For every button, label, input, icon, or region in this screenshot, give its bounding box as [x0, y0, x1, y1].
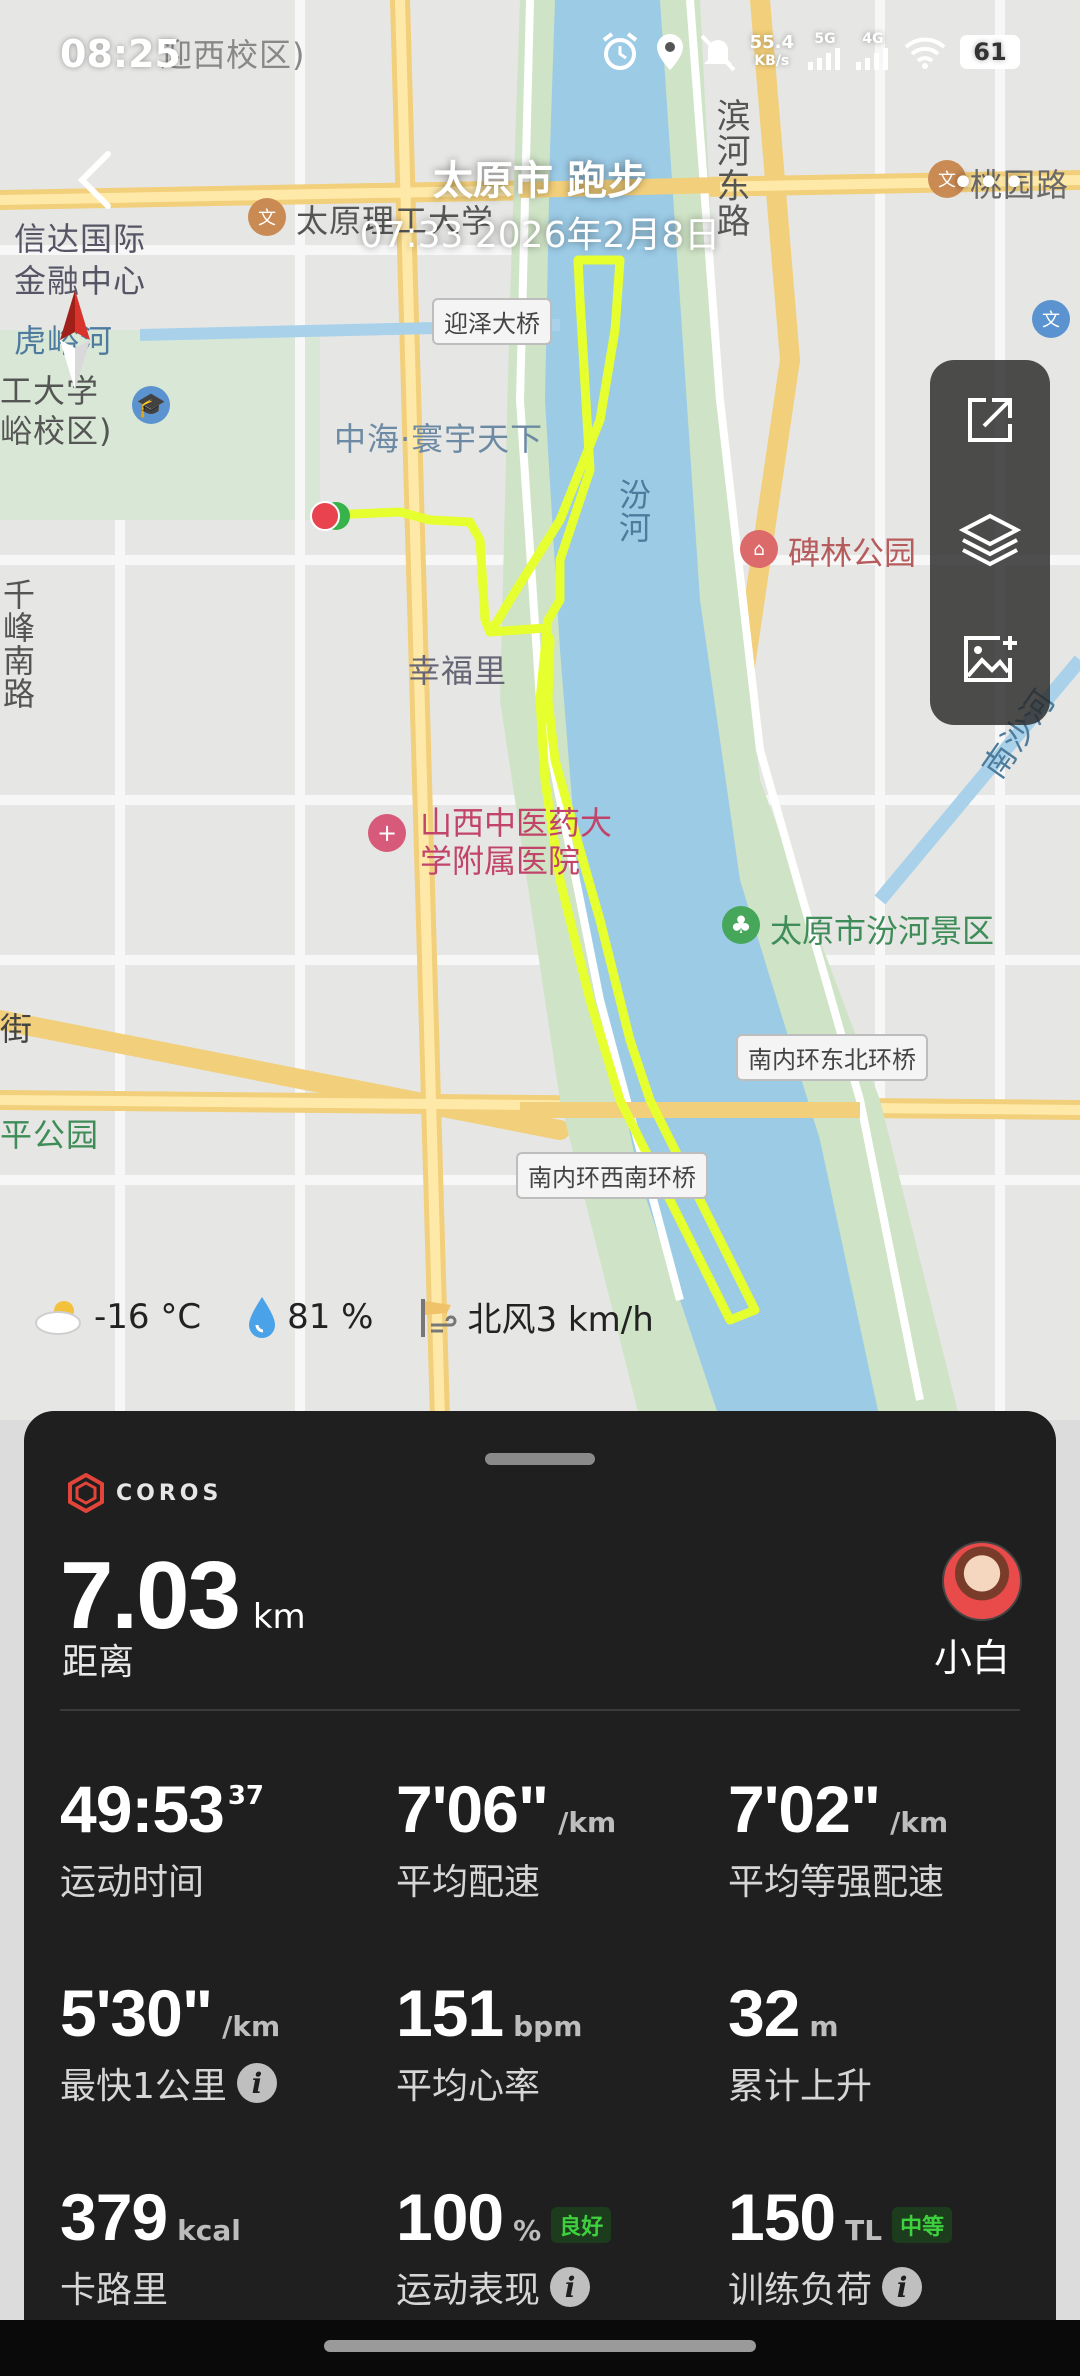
layers-button[interactable] — [930, 480, 1050, 600]
stat-avg-grade-adjusted-pace: 7'02"/km 平均等强配速 — [728, 1772, 949, 1903]
coros-logo-icon — [68, 1473, 104, 1513]
map-label-poi: 峪校区) — [0, 412, 113, 450]
map-label-road: 街 — [0, 1010, 34, 1048]
stat-calories: 379 kcal 卡路里 — [60, 2180, 241, 2311]
scenic-icon: ♣ — [722, 906, 760, 944]
status-badge: 良好 — [551, 2207, 612, 2243]
map-label-poi: 学附属医院 — [420, 842, 581, 880]
stat-avg-heart-rate: 151 bpm 平均心率 — [396, 1976, 583, 2107]
home-gesture-bar[interactable] — [324, 2340, 756, 2352]
status-bar: 08:25 55.4 KB/s 5G 4G 61 — [0, 0, 1080, 110]
more-options-button[interactable]: ••• — [951, 160, 1028, 206]
map-label-poi: 碑林公园 — [788, 534, 917, 572]
wifi-icon — [904, 37, 946, 69]
signal-sim1: 5G — [808, 30, 842, 74]
navigation-bar — [0, 2320, 1080, 2376]
wind-icon — [421, 1298, 457, 1337]
distance-unit: km — [252, 1597, 306, 1637]
share-icon — [968, 398, 1012, 442]
location-icon — [656, 34, 683, 70]
park-icon: ⌂ — [740, 530, 778, 568]
mute-icon — [700, 34, 736, 72]
bridge-label: 南内环东北环桥 — [736, 1034, 928, 1081]
cloudy-icon — [35, 1300, 81, 1335]
signal-icon — [808, 48, 840, 70]
weather-info: -16 °C 81 % 北风3 km/h — [34, 1292, 686, 1341]
stat-avg-pace: 7'06"/km 平均配速 — [396, 1772, 617, 1903]
divider — [60, 1709, 1020, 1711]
stat-elevation-gain: 32 m 累计上升 — [728, 1976, 873, 2107]
map-label-poi: 平公园 — [0, 1116, 100, 1154]
signal-sim2: 4G — [856, 30, 890, 74]
hospital-icon: + — [368, 814, 406, 852]
bridge-label: 南内环西南环桥 — [516, 1152, 708, 1199]
info-icon[interactable]: i — [882, 2267, 923, 2307]
temperature-value: -16 °C — [94, 1296, 202, 1337]
layers-icon — [959, 513, 1021, 567]
stat-duration: 49:53 37 运动时间 — [60, 1772, 264, 1903]
alarm-icon — [602, 32, 637, 70]
add-photo-button[interactable] — [930, 600, 1050, 720]
battery-icon: 61 — [960, 35, 1020, 69]
wind-value: 北风3 km/h — [467, 1300, 654, 1340]
brand-name: COROS — [116, 1480, 223, 1506]
humidity-icon — [249, 1296, 276, 1338]
drag-handle[interactable] — [485, 1453, 595, 1465]
info-icon[interactable]: i — [236, 2063, 277, 2103]
avatar[interactable] — [942, 1541, 1022, 1621]
brand-logo: COROS — [66, 1473, 222, 1513]
distance-label: 距离 — [62, 1642, 135, 1683]
stat-fastest-km: 5'30"/km 最快1公里 i — [60, 1976, 281, 2107]
university-icon: 文 — [1032, 300, 1070, 338]
status-badge: 中等 — [892, 2207, 953, 2243]
map-label-road: 千峰南路 — [0, 578, 36, 710]
school-icon: 🎓 — [132, 386, 170, 424]
map-label-river: 汾河 — [614, 478, 652, 544]
network-speed: 55.4 KB/s — [749, 32, 794, 70]
activity-datetime: 07:33 2026年2月8日 — [359, 215, 721, 256]
status-time: 08:25 — [60, 32, 181, 76]
humidity-value: 81 % — [287, 1296, 374, 1337]
map-label-poi: 中海·寰宇天下 — [334, 420, 544, 458]
info-icon[interactable]: i — [550, 2267, 591, 2307]
share-button[interactable] — [930, 360, 1050, 480]
bridge-label: 迎泽大桥 — [432, 298, 552, 345]
user-name: 小白 — [934, 1636, 1011, 1680]
stat-training-load: 150 TL 中等 训练负荷 i — [728, 2179, 1056, 2313]
signal-icon — [856, 48, 888, 70]
map-label-poi: 太原市汾河景区 — [770, 912, 995, 950]
add-image-icon — [964, 636, 1017, 682]
compass-icon[interactable] — [58, 290, 92, 390]
stat-performance: 100% 良好 运动表现 i — [396, 2179, 726, 2313]
map-tools-panel — [930, 360, 1050, 725]
map-label-poi: 幸福里 — [408, 652, 508, 690]
activity-summary-card[interactable]: COROS 7.03 km 距离 小白 49:53 37 运动时间 7'06"/k… — [24, 1411, 1056, 2351]
page-title: 太原市 跑步 — [433, 158, 647, 204]
